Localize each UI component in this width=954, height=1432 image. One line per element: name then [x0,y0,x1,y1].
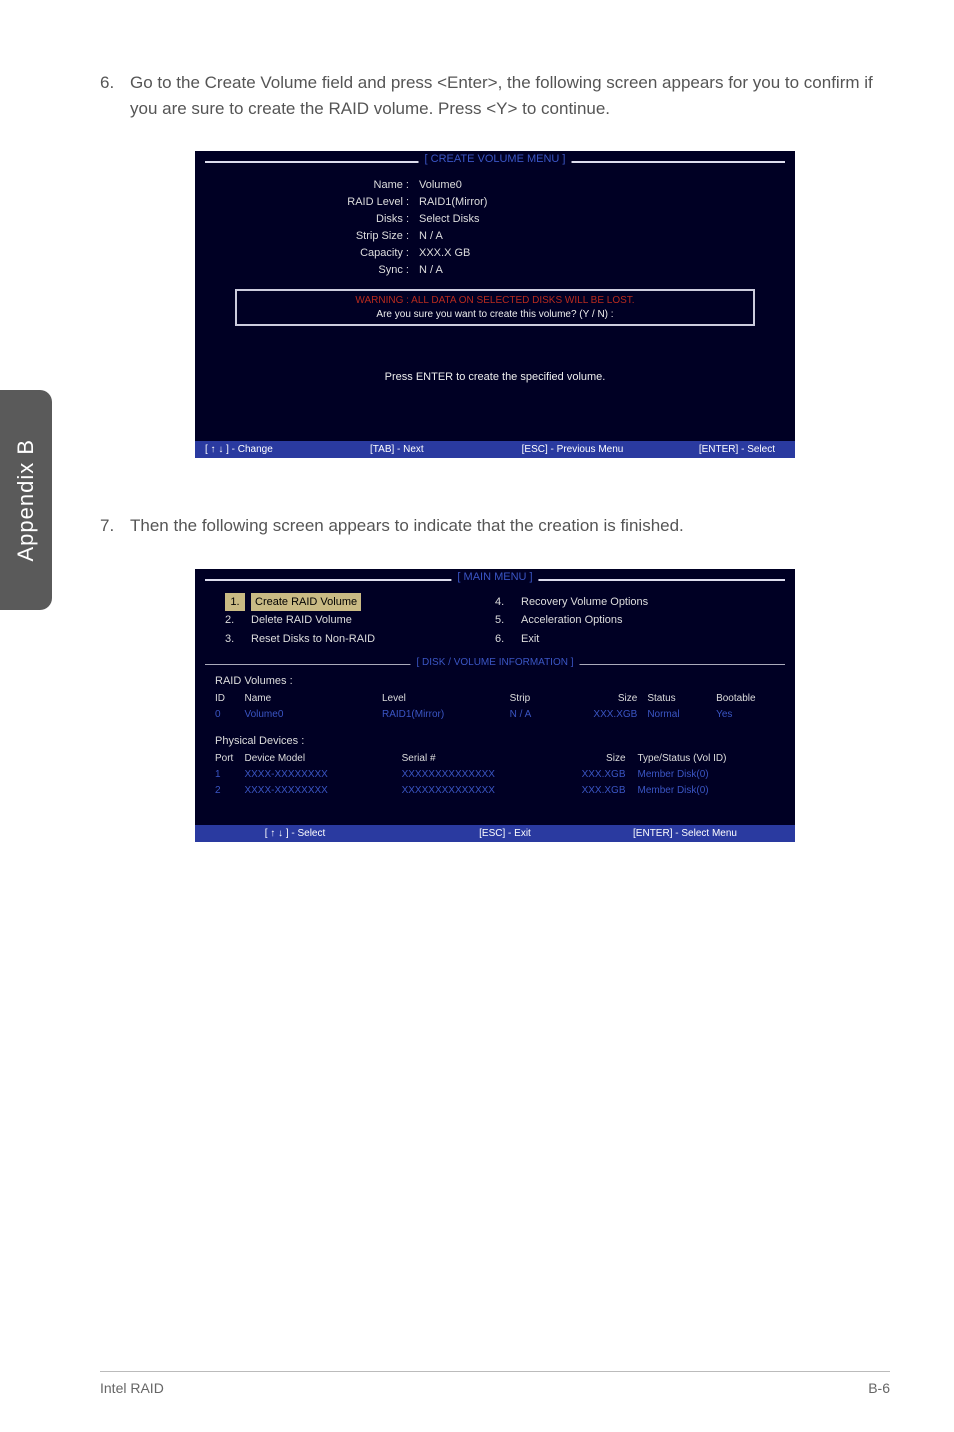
menu-delete-raid: Delete RAID Volume [251,611,352,630]
th-size: Size [569,751,638,767]
kv-val: N / A [419,228,443,245]
menu-idx: 1. [225,593,245,612]
menu-idx: 3. [225,630,251,649]
center-message: Press ENTER to create the specified volu… [209,371,781,383]
main-menu-list: 1. Create RAID Volume 2.Delete RAID Volum… [195,591,795,655]
th-name: Name [244,691,382,707]
menu-acceleration: Acceleration Options [521,611,623,630]
td-serial: XXXXXXXXXXXXXX [402,767,569,783]
bios1-title: [ CREATE VOLUME MENU ] [419,153,572,165]
kv-val: Select Disks [419,211,480,228]
physical-devices-label: Physical Devices : [195,733,795,749]
warning-frame: WARNING : ALL DATA ON SELECTED DISKS WIL… [235,289,755,326]
td-port: 2 [215,783,244,799]
step-7-num: 7. [100,513,130,539]
phys-row: 1 XXXX-XXXXXXXX XXXXXXXXXXXXXX XXX.XGB M… [215,767,775,783]
menu-exit: Exit [521,630,539,649]
td-serial: XXXXXXXXXXXXXX [402,783,569,799]
kv-val: RAID1(Mirror) [419,194,487,211]
footer-change: [ ↑ ↓ ] - Change [205,444,340,455]
raid-table: ID Name Level Strip Size Status Bootable… [195,689,795,733]
side-tab-label: Appendix B [13,439,39,562]
th-status: Status [647,691,716,707]
th-boot: Bootable [716,691,775,707]
kv-label: Capacity : [209,245,419,262]
side-tab: Appendix B [0,390,52,610]
step-7-text: Then the following screen appears to ind… [130,513,890,539]
bios2-title: [ MAIN MENU ] [451,571,538,583]
th-size: Size [569,691,648,707]
kv-label: Sync : [209,262,419,279]
menu-reset-disks: Reset Disks to Non-RAID [251,630,375,649]
kv-val: N / A [419,262,443,279]
td-type: Member Disk(0) [638,767,775,783]
td-model: XXXX-XXXXXXXX [244,767,401,783]
bios-main-menu: [ MAIN MENU ] 1. Create RAID Volume 2.Del… [195,569,795,842]
th-type: Type/Status (Vol ID) [638,751,775,767]
page-content: 6. Go to the Create Volume field and pre… [100,70,890,897]
page-footer: Intel RAID B-6 [100,1371,890,1396]
menu-idx: 2. [225,611,251,630]
kv-label: Disks : [209,211,419,228]
td-boot: Yes [716,707,775,723]
step-6-num: 6. [100,70,130,121]
td-name: Volume0 [244,707,382,723]
disk-volume-title: [ DISK / VOLUME INFORMATION ] [410,657,579,668]
menu-idx: 4. [495,593,521,612]
footer-esc: [ESC] - Exit [385,828,595,839]
bios1-footer: [ ↑ ↓ ] - Change [TAB] - Next [ESC] - Pr… [195,441,795,458]
step-6-text: Go to the Create Volume field and press … [130,70,890,121]
kv-val: Volume0 [419,177,462,194]
warning-prompt: Are you sure you want to create this vol… [247,309,743,320]
footer-right: B-6 [868,1380,890,1396]
step-7: 7. Then the following screen appears to … [100,513,890,539]
step-6: 6. Go to the Create Volume field and pre… [100,70,890,121]
kv-label: Name : [209,177,419,194]
menu-idx: 6. [495,630,521,649]
raid-row: 0 Volume0 RAID1(Mirror) N / A XXX.XGB No… [215,707,775,723]
th-serial: Serial # [402,751,569,767]
raid-volumes-label: RAID Volumes : [195,673,795,689]
td-size: XXX.XGB [569,783,638,799]
bios2-footer: [ ↑ ↓ ] - Select [ESC] - Exit [ENTER] - … [195,825,795,842]
footer-select: [ ↑ ↓ ] - Select [205,828,385,839]
th-model: Device Model [244,751,401,767]
footer-enter: [ENTER] - Select Menu [595,828,785,839]
footer-left: Intel RAID [100,1380,164,1396]
td-strip: N / A [510,707,569,723]
footer-tab: [TAB] - Next [340,444,505,455]
th-id: ID [215,691,244,707]
td-port: 1 [215,767,244,783]
th-level: Level [382,691,510,707]
td-status: Normal [647,707,716,723]
footer-esc: [ESC] - Previous Menu [505,444,640,455]
td-model: XXXX-XXXXXXXX [244,783,401,799]
kv-label: Strip Size : [209,228,419,245]
bios-create-volume: [ CREATE VOLUME MENU ] Name :Volume0 RAI… [195,151,795,458]
phys-row: 2 XXXX-XXXXXXXX XXXXXXXXXXXXXX XXX.XGB M… [215,783,775,799]
td-level: RAID1(Mirror) [382,707,510,723]
td-type: Member Disk(0) [638,783,775,799]
td-size: XXX.XGB [569,767,638,783]
th-strip: Strip [510,691,569,707]
menu-create-raid: Create RAID Volume [251,593,361,612]
th-port: Port [215,751,244,767]
phys-table: Port Device Model Serial # Size Type/Sta… [195,749,795,825]
menu-idx: 5. [495,611,521,630]
kv-label: RAID Level : [209,194,419,211]
menu-recovery: Recovery Volume Options [521,593,648,612]
td-size: XXX.XGB [569,707,648,723]
warning-red: WARNING : ALL DATA ON SELECTED DISKS WIL… [247,295,743,306]
kv-val: XXX.X GB [419,245,470,262]
footer-enter: [ENTER] - Select [640,444,785,455]
td-id: 0 [215,707,244,723]
